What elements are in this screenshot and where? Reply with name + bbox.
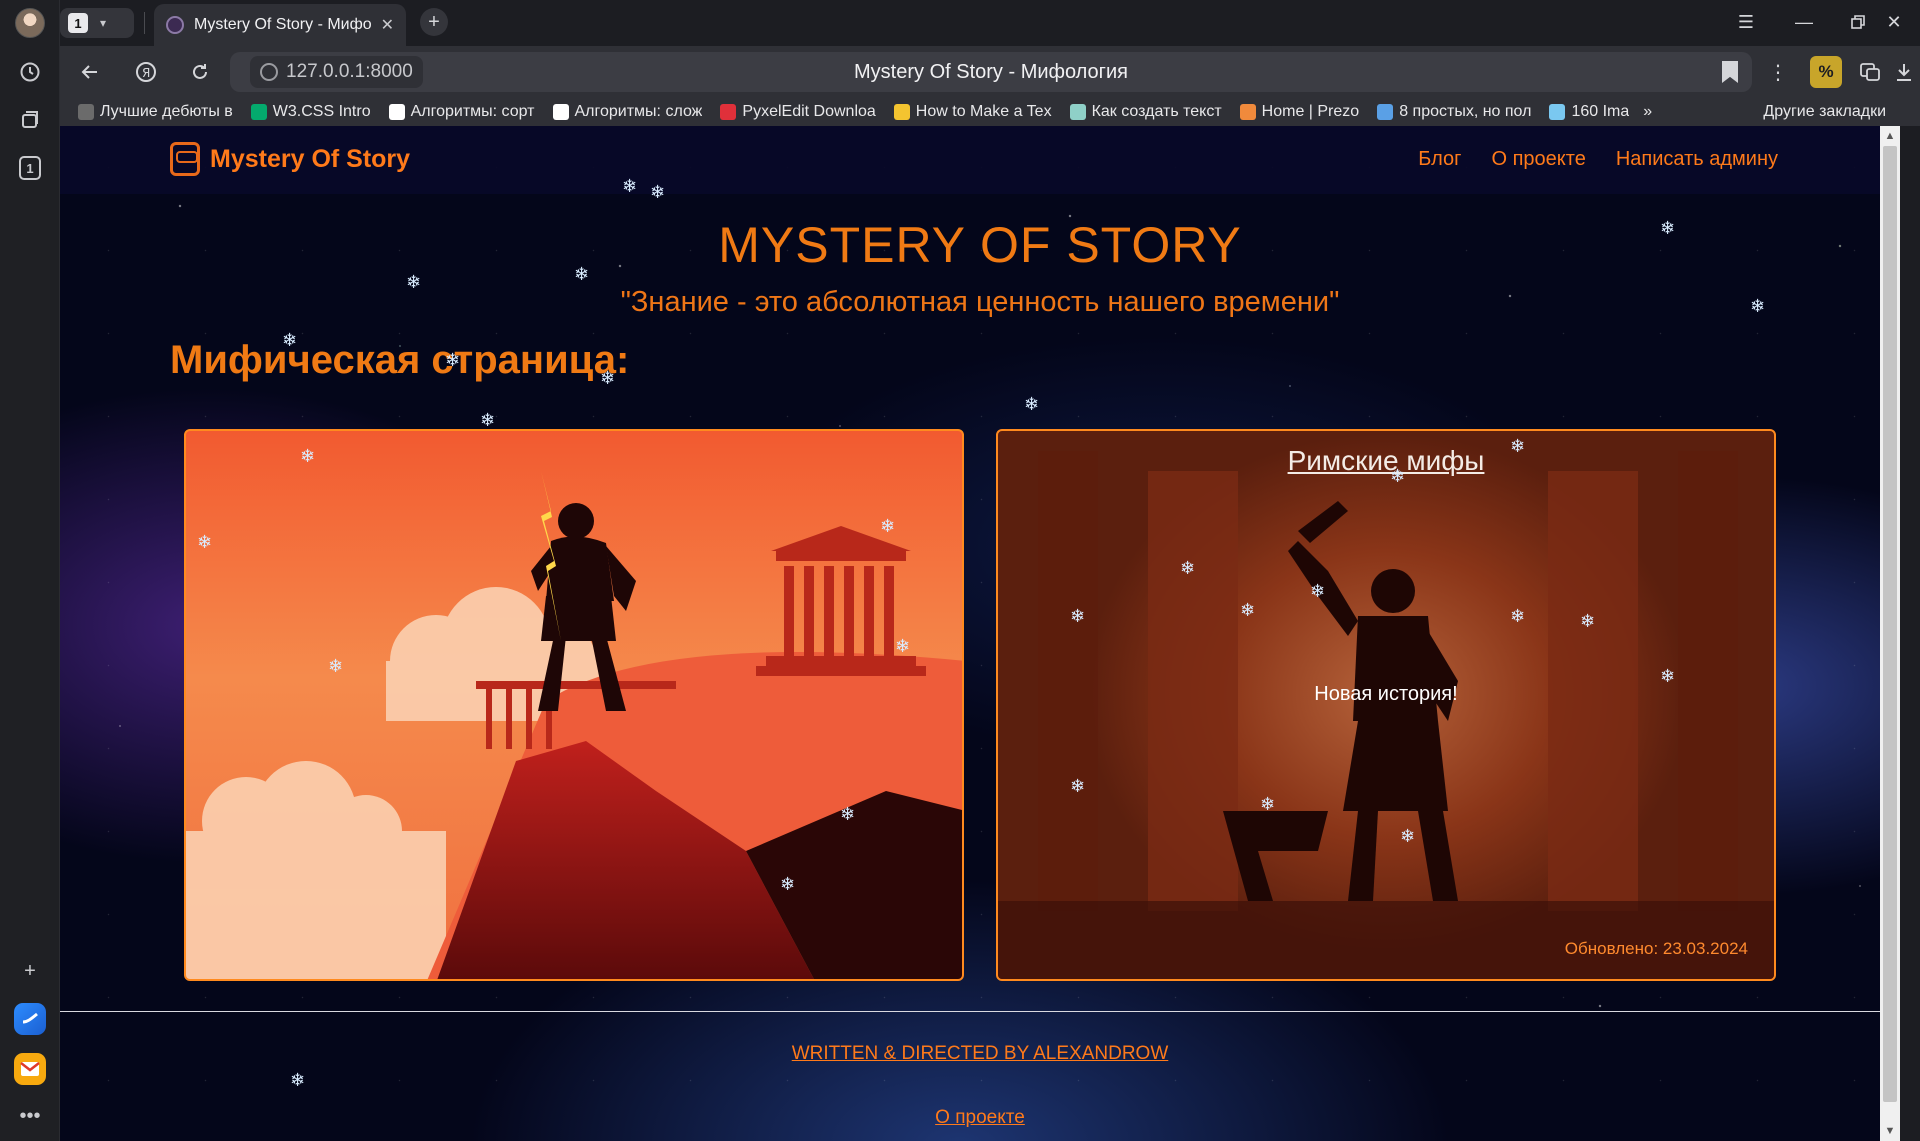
bookmark-label: Алгоритмы: слож [574,103,703,120]
bookmark-item[interactable]: W3.CSS Intro [250,103,371,121]
bookmark-item[interactable]: Home | Prezo [1239,103,1360,121]
card-subtitle: Новая история! [1314,683,1458,705]
site-logo-icon [170,142,200,176]
card-updated-date: Обновлено: 23.03.2024 [1564,939,1748,958]
snowflake-icon: ❄ [1024,394,1040,414]
scroll-up-arrow-icon[interactable]: ▲ [1880,126,1900,146]
site-navbar: Mystery Of Story Блог О проекте Написать… [60,126,1900,194]
bookmark-label: How to Make a Tex [915,103,1052,120]
menu-icon[interactable]: ☰ [1724,8,1768,36]
reload-icon[interactable] [184,56,216,88]
tab-title: Mystery Of Story - Мифология [194,16,371,33]
footer-divider [60,1011,1900,1012]
site-favicon-icon [166,16,184,34]
bookmark-item[interactable]: 160 Ima [1549,103,1629,121]
minimize-icon[interactable]: — [1782,8,1826,36]
bookmark-label: 8 простых, но пол [1399,103,1532,120]
close-tab-icon[interactable]: ✕ [381,15,394,35]
more-icon[interactable]: ••• [14,1100,46,1132]
chevron-down-icon: ▾ [100,16,107,30]
habr-icon [388,104,405,120]
history-icon[interactable] [14,56,46,88]
page-title: Mystery Of Story - Мифология [854,61,1128,83]
tab-count: 1 [68,13,88,33]
bookmark-label: PyxelEdit Downloa [742,103,876,120]
site-brand[interactable]: Mystery Of Story [170,142,410,176]
profile-avatar[interactable] [15,8,45,38]
zeus-illustration [186,471,962,979]
site-nav-links: Блог О проекте Написать админу [1418,148,1778,171]
bookmarks-bar: Лучшие дебюты в W3.CSS Intro Алгоритмы: со… [60,98,1920,126]
nav-link-about[interactable]: О проекте [1491,148,1585,171]
page-scrollbar[interactable]: ▲ ▼ [1880,126,1900,1141]
site-icon [1377,104,1394,120]
address-bar[interactable]: 127.0.0.1:8000 Mystery Of Story - Мифоло… [230,52,1752,92]
bookmark-item[interactable]: How to Make a Tex [893,103,1052,121]
footer-credit-link[interactable]: WRITTEN & DIRECTED BY ALEXANDROW [60,1043,1900,1065]
site-footer: WRITTEN & DIRECTED BY ALEXANDROW О проек… [60,1011,1900,1141]
bookmark-label: Home | Prezo [1261,103,1360,120]
greek-myth-card[interactable] [184,429,964,981]
snowflake-icon: ❄ [480,410,496,430]
hero-title: MYSTERY OF STORY [718,217,1242,273]
tab-separator [144,12,145,34]
scroll-down-arrow-icon[interactable]: ▼ [1880,1121,1900,1141]
blacksmith-illustration [998,451,1774,979]
other-bookmarks-folder[interactable]: Другие закладки [1763,103,1886,121]
bookmark-item[interactable]: Лучшие дебюты в [78,103,233,121]
scrollbar-thumb[interactable] [1883,146,1897,1102]
pyxeledit-icon [720,104,737,120]
downloads-icon[interactable] [1888,56,1920,88]
hero-quote: "Знание - это абсолютная ценность нашего… [620,286,1340,318]
python-icon [893,104,910,120]
footer-about-link[interactable]: О проекте [60,1107,1900,1129]
tab-strip: 1 ▾ Mystery Of Story - Мифология ✕ + ☰ —… [60,0,1920,46]
tabs-count-icon[interactable]: 1 [19,156,41,180]
more-bookmarks-icon[interactable]: » [1643,103,1652,121]
nav-link-contact-admin[interactable]: Написать админу [1616,148,1778,171]
habr-icon [552,104,569,120]
bookmark-icon [78,104,94,120]
bookmark-item[interactable]: Как создать текст [1069,103,1222,121]
bookmark-label: 160 Ima [1571,103,1630,120]
tab-group-button[interactable]: 1 ▾ [60,8,134,38]
bookmark-item[interactable]: Алгоритмы: сорт [388,103,535,121]
back-icon[interactable] [74,56,106,88]
translate-extension-icon[interactable] [1854,56,1886,88]
messenger-app-icon[interactable] [14,1003,46,1035]
bookmark-item[interactable]: 8 простых, но пол [1377,103,1531,121]
nav-link-blog[interactable]: Блог [1418,148,1461,171]
mail-app-icon[interactable] [14,1053,46,1085]
w3schools-icon [250,104,267,120]
add-panel-icon[interactable]: + [14,955,46,987]
roman-myth-card[interactable]: Римские мифы Новая история! Обновлено: 2… [996,429,1776,981]
yandex-icon[interactable]: Я [130,56,162,88]
bookmark-item[interactable]: PyxelEdit Downloa [720,103,876,121]
discount-extension-icon[interactable]: % [1810,56,1842,88]
bookmark-label: Как создать текст [1091,103,1222,120]
bookmark-label: Алгоритмы: сорт [410,103,535,120]
web-page: Mystery Of Story Блог О проекте Написать… [60,126,1900,1141]
close-window-icon[interactable]: ✕ [1872,8,1916,36]
image-icon [1549,104,1566,120]
section-title: Мифическая страница: [170,338,630,382]
prezo-icon [1239,104,1256,120]
bookmark-label: W3.CSS Intro [272,103,371,120]
site-icon [1069,104,1086,120]
new-tab-button[interactable]: + [420,8,448,36]
collections-icon[interactable] [14,104,46,136]
active-tab[interactable]: Mystery Of Story - Мифология ✕ [154,4,406,46]
site-brand-name: Mystery Of Story [210,144,411,173]
bookmark-item[interactable]: Алгоритмы: слож [552,103,703,121]
bookmark-label: Лучшие дебюты в [100,103,233,120]
card-title[interactable]: Римские мифы [998,445,1774,477]
more-options-icon[interactable]: ⋮ [1762,56,1794,88]
browser-toolbar: Я 127.0.0.1:8000 Mystery Of Story - Мифо… [60,46,1920,98]
svg-text:Я: Я [142,66,150,80]
browser-sidebar: 1 + ••• [0,0,60,1141]
